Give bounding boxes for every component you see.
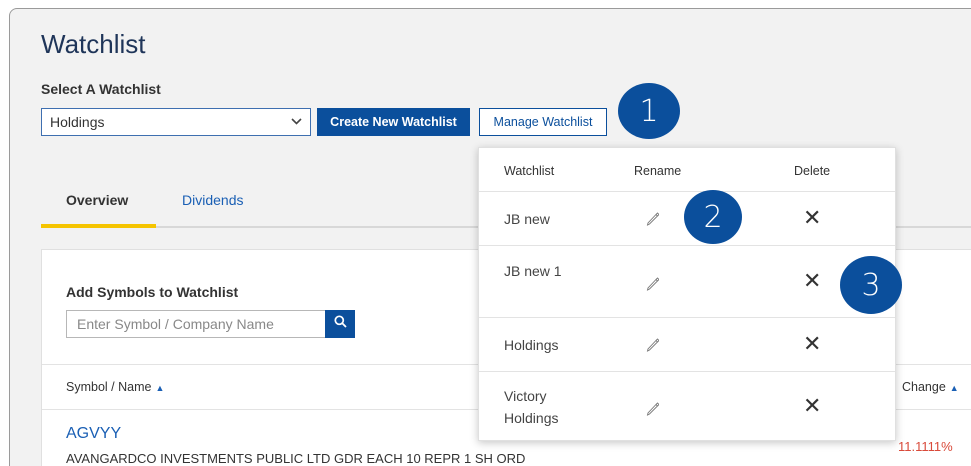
delete-x-icon[interactable]: ✕︎ [803, 395, 821, 417]
watchlist-select[interactable]: Holdings [41, 108, 311, 136]
watchlist-name: Holdings [504, 337, 559, 353]
pencil-icon[interactable] [645, 275, 660, 296]
delete-x-icon[interactable]: ✕︎ [803, 207, 821, 229]
watchlist-name: Victory Holdings [504, 388, 559, 426]
column-symbol-name[interactable]: Symbol / Name ▲︎ [66, 380, 164, 394]
row-change-value: 11.1111% [898, 439, 953, 454]
symbol-search-button[interactable] [325, 310, 355, 338]
callout-badge-3: 3 [840, 256, 902, 314]
column-change[interactable]: Change ▲︎ [902, 380, 959, 394]
active-tab-indicator [41, 224, 156, 228]
row-company-name: AVANGARDCO INVESTMENTS PUBLIC LTD GDR EA… [66, 451, 526, 466]
manage-watchlist-menu: Watchlist Rename Delete JB new ✕︎ JB new… [478, 147, 896, 441]
page-title: Watchlist [41, 29, 146, 59]
add-symbols-label: Add Symbols to Watchlist [66, 284, 239, 300]
manage-row: Holdings ✕︎ [479, 318, 895, 372]
header-rename: Rename [634, 164, 682, 178]
delete-x-icon[interactable]: ✕︎ [803, 333, 821, 355]
watchlist-select-value: Holdings [50, 114, 105, 130]
header-delete: Delete [794, 164, 831, 178]
tab-dividends[interactable]: Dividends [182, 192, 243, 208]
watchlist-name: JB new 1 [504, 263, 562, 279]
header-watchlist: Watchlist [504, 164, 555, 178]
symbol-search-input[interactable]: Enter Symbol / Company Name [66, 310, 326, 338]
column-change-label: Change [902, 380, 946, 394]
sort-icon: ▲︎ [949, 383, 959, 393]
callout-badge-2: 2 [684, 190, 742, 244]
pencil-icon[interactable] [645, 210, 660, 231]
manage-row: Victory Holdings ✕︎ [479, 372, 895, 442]
select-watchlist-label: Select A Watchlist [41, 81, 161, 97]
watchlist-name: JB new [504, 211, 550, 227]
tab-overview[interactable]: Overview [66, 192, 128, 208]
callout-badge-1: 1 [618, 83, 680, 139]
create-watchlist-button[interactable]: Create New Watchlist [317, 108, 470, 136]
manage-menu-header: Watchlist Rename Delete [479, 148, 895, 192]
row-symbol-link[interactable]: AGVYY [66, 425, 121, 443]
chevron-down-icon [291, 116, 302, 128]
manage-watchlist-button[interactable]: Manage Watchlist [479, 108, 607, 136]
manage-row: JB new 1 ✕︎ [479, 246, 895, 318]
delete-x-icon[interactable]: ✕︎ [803, 270, 821, 292]
column-symbol-label: Symbol / Name [66, 380, 152, 394]
pencil-icon[interactable] [645, 336, 660, 357]
search-icon [333, 315, 347, 333]
pencil-icon[interactable] [645, 400, 660, 421]
sort-icon: ▲︎ [155, 383, 165, 393]
